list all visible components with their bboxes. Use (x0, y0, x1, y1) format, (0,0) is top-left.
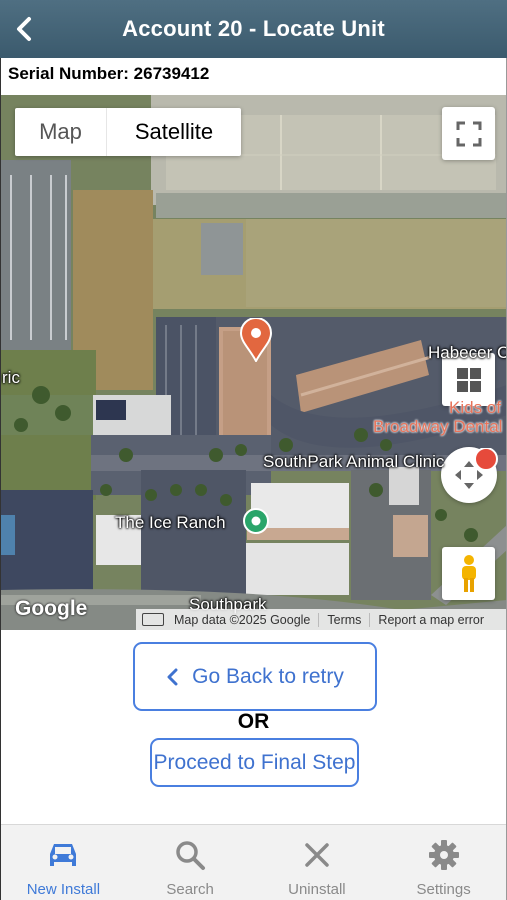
search-icon (176, 841, 206, 870)
fullscreen-button[interactable] (442, 107, 495, 160)
retry-label: Go Back to retry (192, 664, 344, 688)
proceed-final-step-button[interactable]: Proceed to Final Step (150, 738, 359, 787)
serial-label: Serial Number: (8, 64, 129, 83)
serial-value: 26739412 (133, 64, 210, 83)
fullscreen-icon (456, 121, 481, 146)
nav-item-uninstall[interactable]: Uninstall (254, 825, 381, 900)
place-marker-icon (243, 508, 269, 534)
go-back-retry-button[interactable]: Go Back to retry (133, 642, 377, 711)
back-button[interactable] (6, 10, 42, 48)
bottom-navigation: New Install Search Uninstall Settings (0, 824, 507, 900)
nav-item-settings[interactable]: Settings (380, 825, 507, 900)
report-error-link[interactable]: Report a map error (369, 612, 492, 627)
terms-link[interactable]: Terms (318, 612, 369, 627)
nav-item-search[interactable]: Search (127, 825, 254, 900)
map-label-ric: ric (2, 368, 20, 387)
google-logo: Google (15, 597, 88, 620)
nav-label-search: Search (166, 881, 214, 898)
gear-icon (428, 840, 459, 870)
place-marker-red-icon (474, 448, 498, 470)
unit-location-marker[interactable] (239, 318, 273, 362)
car-icon (50, 844, 77, 866)
street-view-button[interactable] (442, 547, 495, 600)
map-type-satellite-button[interactable]: Satellite (107, 108, 241, 156)
grid-icon (456, 367, 481, 392)
app-header: Account 20 - Locate Unit (0, 0, 507, 58)
map-type-toggle: Map Satellite (15, 108, 241, 156)
chevron-left-icon (17, 17, 31, 41)
map-label-kids-of: Kids of (449, 398, 501, 417)
nav-item-new-install[interactable]: New Install (0, 825, 127, 900)
nav-label-uninstall: Uninstall (288, 881, 346, 898)
page-title: Account 20 - Locate Unit (122, 16, 385, 41)
nav-label-settings: Settings (416, 881, 471, 898)
pegman-icon (461, 554, 476, 592)
map-data-text: Map data ©2025 Google (174, 612, 311, 627)
map-label-ice-ranch: The Ice Ranch (115, 513, 226, 532)
close-icon (305, 843, 329, 867)
map-view[interactable]: Map Satellite SouthPark Animal Clinic Th… (1, 95, 507, 630)
serial-number: Serial Number: 26739412 (8, 64, 209, 84)
map-attribution-bar: Map data ©2025 Google Terms Report a map… (136, 609, 507, 630)
map-type-map-button[interactable]: Map (15, 108, 107, 156)
map-label-animal-clinic: SouthPark Animal Clinic (263, 452, 445, 471)
nav-label-new-install: New Install (26, 881, 101, 898)
keyboard-shortcuts-icon[interactable] (142, 613, 164, 626)
map-label-broadway-dental: Broadway Dental (373, 417, 503, 436)
or-separator: OR (237, 710, 270, 733)
chevron-left-icon (167, 668, 178, 685)
map-label-habebe: Habecer C (428, 343, 507, 362)
frame-border-left (0, 58, 1, 900)
